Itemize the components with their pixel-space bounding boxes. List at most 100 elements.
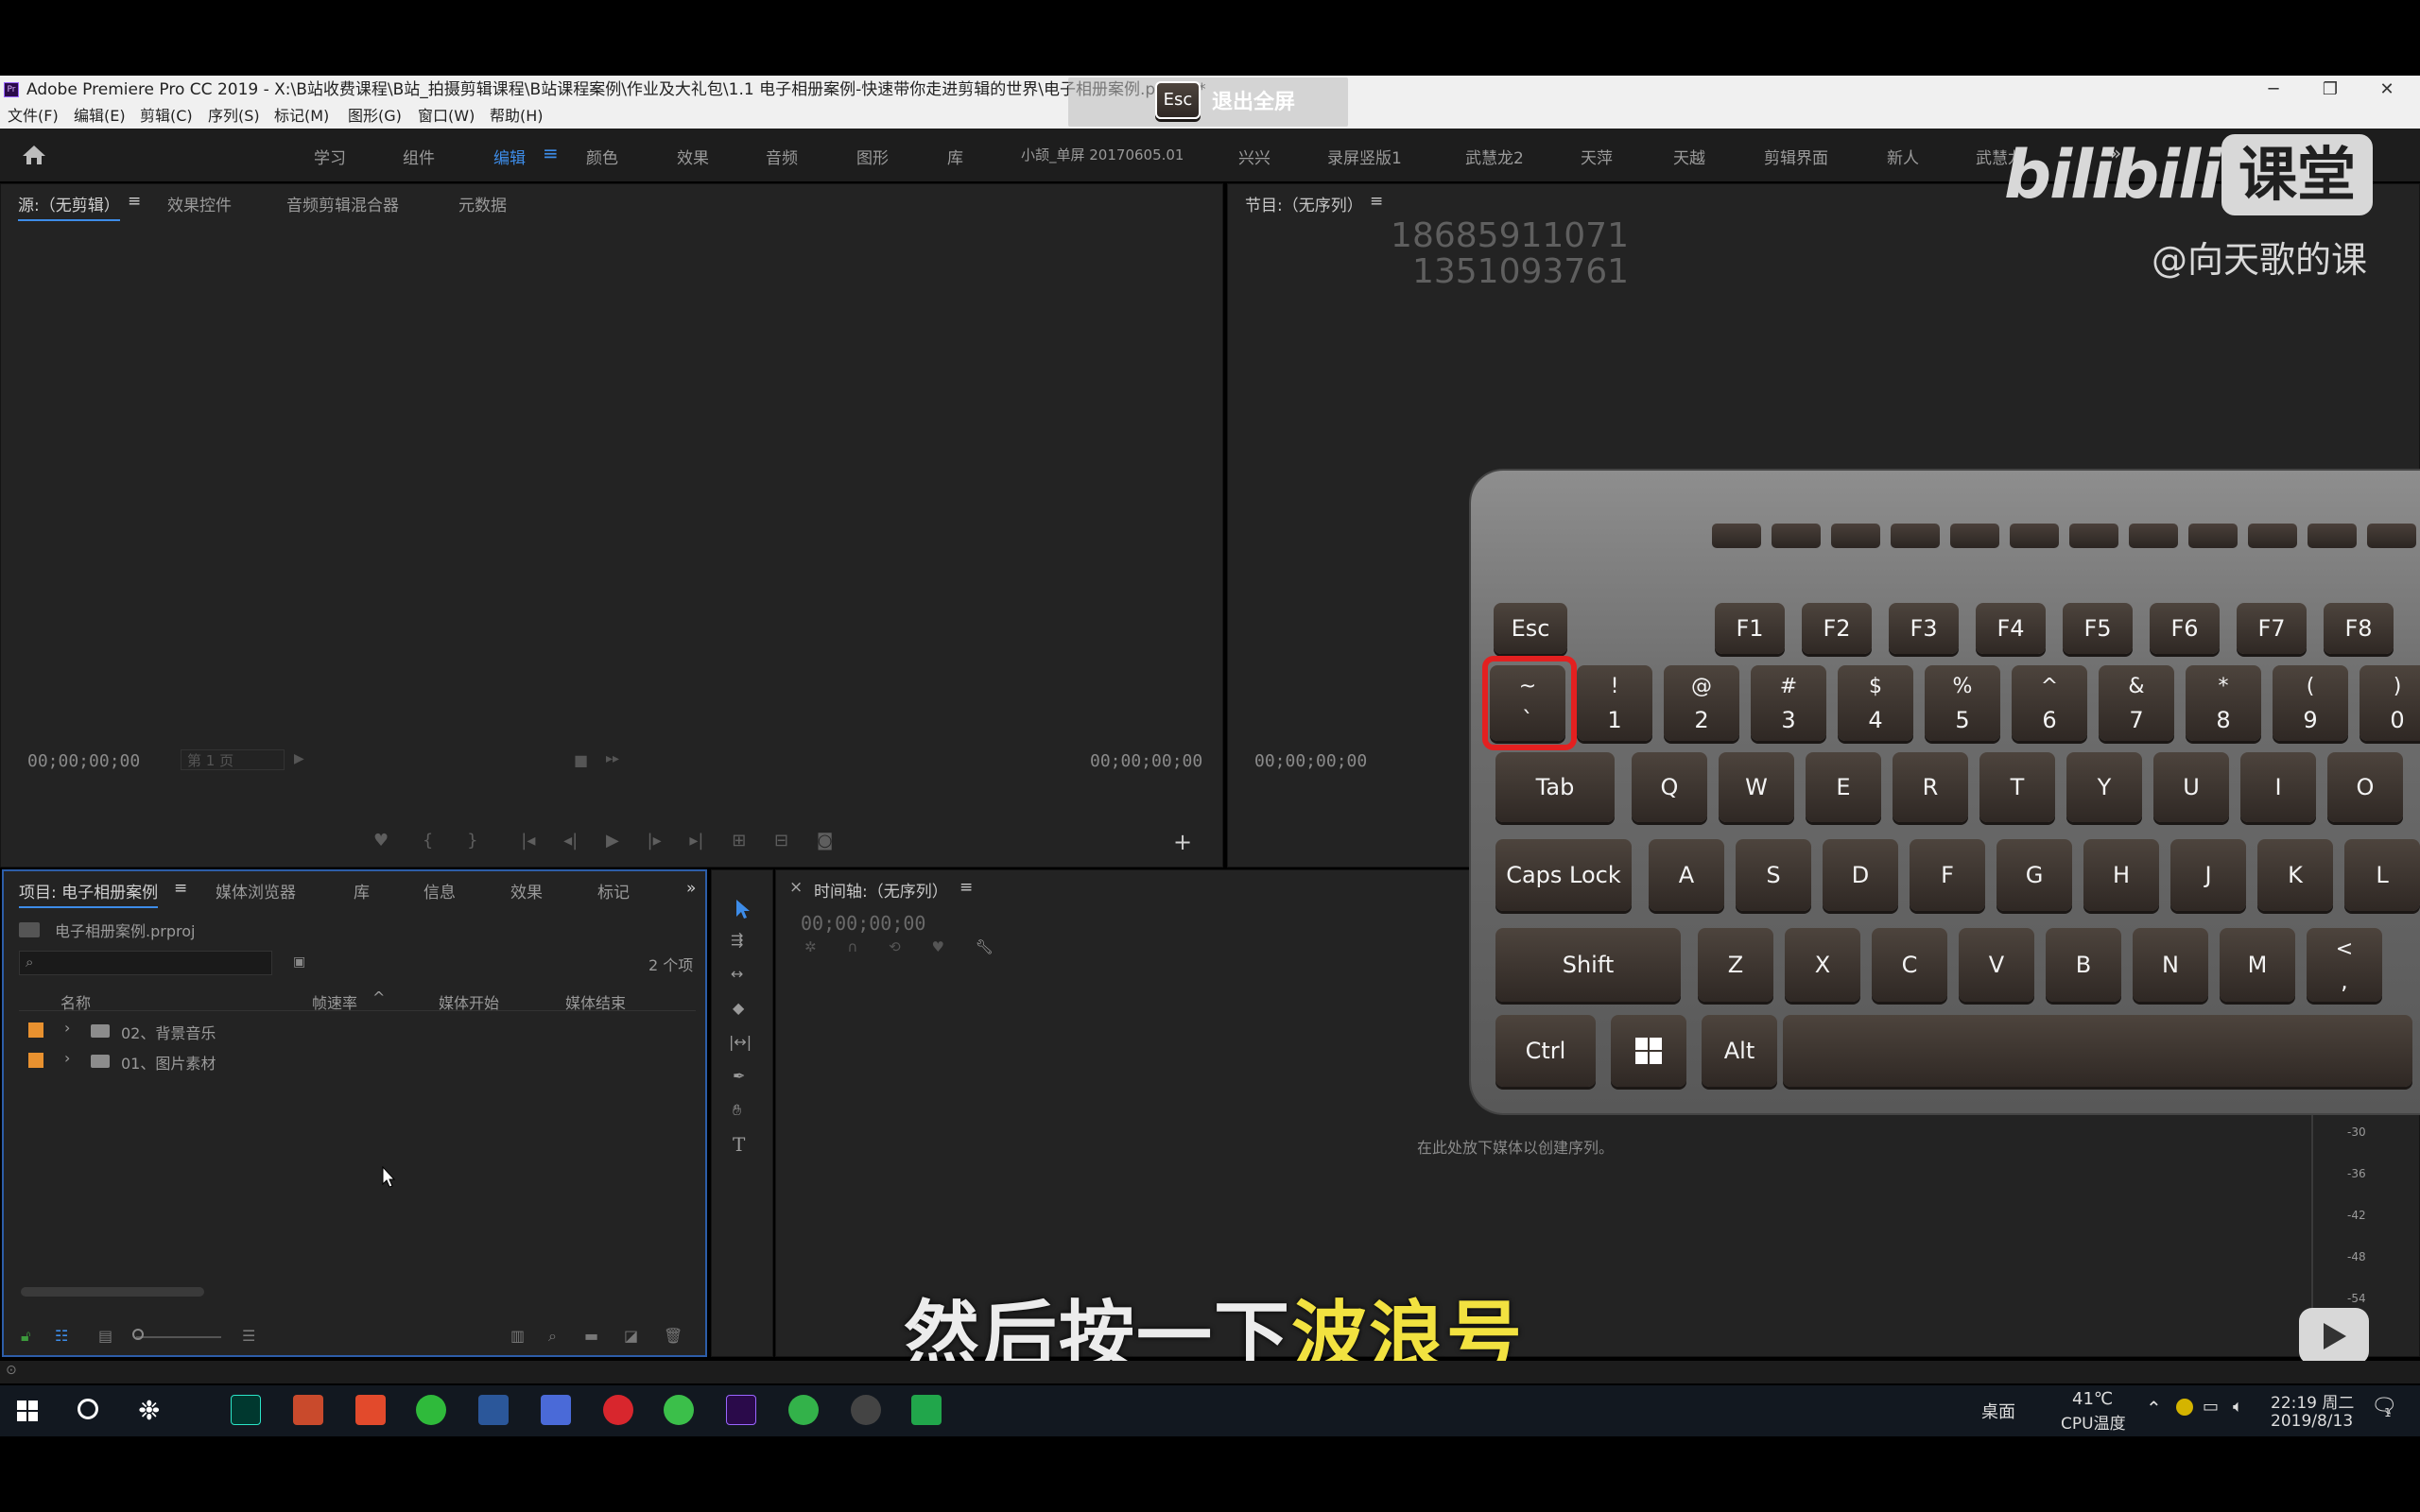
workspace-tab[interactable]: 学习 — [314, 145, 346, 168]
ripple-edit-tool-icon[interactable]: ↔ — [731, 965, 743, 983]
clock-date[interactable]: 2019/8/13 — [2271, 1412, 2353, 1431]
volume-icon[interactable]: 🔈︎ — [2233, 1397, 2243, 1417]
clock-time[interactable]: 22:19 周二 — [2271, 1389, 2354, 1413]
network-icon[interactable]: ▭ — [2203, 1397, 2219, 1417]
wechat-app-icon[interactable] — [416, 1395, 446, 1425]
linked-selection-icon[interactable]: ⟲ — [889, 938, 901, 955]
workspace-tab[interactable]: 颜色 — [586, 145, 618, 168]
audition-app-icon[interactable] — [231, 1395, 261, 1425]
menu-file[interactable]: 文件(F) — [8, 104, 59, 129]
camera-icon[interactable]: ◙ — [817, 831, 833, 850]
bin-row[interactable]: › 01、图片素材 — [19, 1047, 696, 1075]
workspace-tab[interactable]: 组件 — [403, 145, 435, 168]
workspace-tab[interactable]: 录屏竖版1 — [1327, 145, 1402, 168]
go-to-in-icon[interactable]: |◂ — [521, 831, 535, 850]
mark-in-icon[interactable]: { — [423, 831, 433, 850]
workspace-tab-active[interactable]: 编辑 — [493, 145, 526, 168]
bin-name[interactable]: 02、背景音乐 — [121, 1021, 216, 1043]
label-color-swatch[interactable] — [28, 1053, 43, 1068]
lock-icon[interactable]: 🔓︎ — [21, 1327, 30, 1346]
spreadsheet-app-icon[interactable] — [911, 1395, 942, 1425]
sort-icon[interactable]: ☰ — [242, 1327, 255, 1345]
expand-chevron-icon[interactable]: › — [64, 1049, 70, 1067]
tab-metadata[interactable]: 元数据 — [458, 192, 507, 215]
timeline-menu-icon[interactable]: ≡ — [959, 878, 973, 897]
menu-graphics[interactable]: 图形(G) — [348, 104, 402, 129]
insert-icon[interactable]: ⊞ — [732, 831, 746, 850]
column-media-start[interactable]: 媒体开始 — [439, 990, 499, 1013]
minimize-button[interactable]: ─ — [2250, 76, 2297, 104]
page-select[interactable]: 第 1 页 — [181, 749, 285, 770]
razor-tool-icon[interactable]: ◆ — [733, 999, 744, 1017]
new-item-icon[interactable]: ◪ — [624, 1327, 638, 1345]
tab-info[interactable]: 信息 — [424, 879, 456, 902]
tab-markers[interactable]: 标记 — [597, 879, 630, 902]
nest-icon[interactable]: ✲ — [804, 938, 817, 955]
workspace-tab[interactable]: 库 — [947, 145, 963, 168]
column-media-end[interactable]: 媒体结束 — [565, 990, 626, 1013]
desktop-toolbar-label[interactable]: 桌面 — [1981, 1399, 2015, 1423]
sort-asc-icon[interactable]: ^ — [372, 988, 385, 1006]
restore-button[interactable]: ❐ — [2307, 76, 2354, 104]
browser-app-icon[interactable] — [788, 1395, 819, 1425]
workspace-tab[interactable]: 音频 — [766, 145, 798, 168]
step-back-icon[interactable]: ◂| — [563, 831, 578, 850]
fit-icon[interactable]: ■ — [574, 751, 588, 769]
workspace-tab[interactable]: 兴兴 — [1238, 145, 1270, 168]
type-tool-icon[interactable]: T — [733, 1133, 745, 1156]
premiere-taskbar-icon[interactable] — [726, 1395, 756, 1425]
tab-timeline[interactable]: 时间轴:（无序列） — [814, 878, 948, 902]
delete-icon[interactable]: 🗑︎ — [664, 1327, 683, 1345]
program-timecode[interactable]: 00;00;00;00 — [1254, 751, 1367, 771]
task-view-icon[interactable]: ❉ — [138, 1395, 160, 1426]
menu-window[interactable]: 窗口(W) — [418, 104, 475, 129]
search-circle-icon[interactable] — [78, 1399, 98, 1419]
find-icon[interactable]: ⌕ — [548, 1327, 557, 1346]
obs-app-icon[interactable] — [851, 1395, 881, 1425]
close-button[interactable]: ✕ — [2363, 76, 2411, 104]
program-menu-icon[interactable]: ≡ — [1370, 192, 1383, 211]
notes-app-icon[interactable] — [541, 1395, 571, 1425]
add-marker-icon[interactable]: ♥ — [931, 938, 943, 955]
exit-fullscreen-overlay[interactable]: Esc 退出全屏 — [1068, 77, 1348, 127]
windows-start-icon[interactable] — [17, 1400, 38, 1421]
hand-tool-icon[interactable]: ✋︎ — [733, 1101, 741, 1120]
timeline-timecode[interactable]: 00;00;00;00 — [801, 912, 925, 935]
new-bin-icon[interactable]: ▬ — [584, 1327, 598, 1345]
zoom-slider[interactable] — [136, 1336, 221, 1338]
column-framerate[interactable]: 帧速率 — [312, 990, 357, 1013]
horizontal-scrollbar[interactable] — [21, 1287, 204, 1297]
expand-chevron-icon[interactable]: › — [64, 1019, 70, 1037]
close-tab-icon[interactable]: × — [789, 878, 803, 897]
go-to-out-icon[interactable]: ▸| — [689, 831, 703, 850]
add-button-icon[interactable]: + — [1173, 829, 1192, 855]
workspace-tab[interactable]: 武慧龙2 — [1465, 145, 1524, 168]
workspace-tab[interactable]: 天萍 — [1581, 145, 1613, 168]
track-select-tool-icon[interactable]: ⇶ — [731, 931, 743, 949]
tray-expand-icon[interactable]: ⌃ — [2146, 1397, 2162, 1419]
project-search-input[interactable]: ⌕ — [19, 951, 272, 975]
creative-cloud-app-icon[interactable] — [603, 1395, 633, 1425]
workspace-tab[interactable]: 图形 — [856, 145, 889, 168]
tab-program[interactable]: 节目:（无序列） — [1245, 192, 1363, 215]
zoom-slider-handle[interactable] — [132, 1329, 144, 1340]
new-search-bin-icon[interactable]: ▣ — [293, 954, 305, 970]
play-icon[interactable]: ▶ — [606, 831, 619, 850]
settings-arrows-icon[interactable]: ▸▸ — [606, 751, 619, 766]
tab-library[interactable]: 库 — [354, 879, 370, 902]
slip-tool-icon[interactable]: |↔| — [729, 1033, 752, 1051]
tab-audio-mixer[interactable]: 音频剪辑混合器 — [286, 192, 399, 215]
powerpoint-app-icon[interactable] — [293, 1395, 323, 1425]
snap-icon[interactable]: ∩ — [847, 938, 857, 955]
workspace-tab[interactable]: 天越 — [1673, 145, 1705, 168]
workspace-tab[interactable]: 效果 — [677, 145, 709, 168]
workspace-menu-icon[interactable]: ≡ — [543, 142, 559, 164]
tab-effect-controls[interactable]: 效果控件 — [167, 192, 232, 215]
tab-media-browser[interactable]: 媒体浏览器 — [216, 879, 296, 902]
menu-sequence[interactable]: 序列(S) — [208, 104, 260, 129]
menu-clip[interactable]: 剪辑(C) — [140, 104, 193, 129]
home-icon[interactable] — [21, 144, 47, 166]
bin-row[interactable]: › 02、背景音乐 — [19, 1017, 696, 1045]
bin-name[interactable]: 01、图片素材 — [121, 1051, 216, 1074]
more-panels-icon[interactable]: » — [686, 879, 696, 898]
